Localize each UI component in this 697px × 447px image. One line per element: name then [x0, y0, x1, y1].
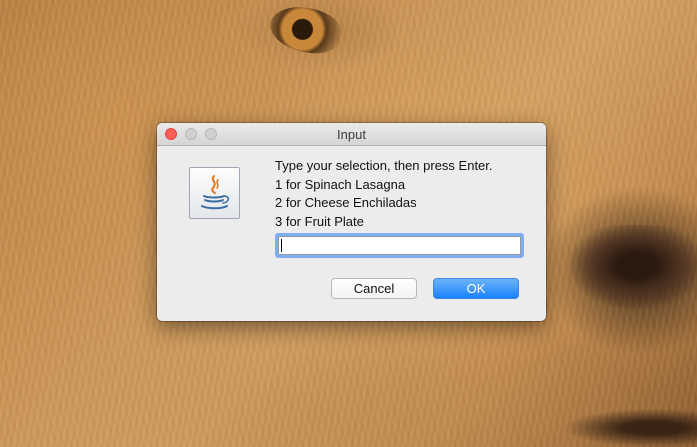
ok-button[interactable]: OK	[433, 278, 519, 299]
message-line: Type your selection, then press Enter.	[275, 158, 493, 173]
lion-nose	[560, 225, 697, 315]
desktop-wallpaper: Input Type your selection, then press En…	[0, 0, 697, 447]
dialog-titlebar[interactable]: Input	[157, 123, 546, 146]
text-caret	[281, 239, 282, 252]
message-line: 1 for Spinach Lasagna	[275, 176, 406, 192]
selection-input[interactable]	[278, 236, 521, 255]
dialog-title: Input	[337, 127, 366, 142]
java-icon	[189, 167, 240, 219]
lion-mouth	[430, 380, 697, 447]
input-dialog: Input Type your selection, then press En…	[157, 123, 546, 321]
dialog-message: Type your selection, then press Enter. 1…	[275, 157, 493, 231]
message-line: 2 for Cheese Enchiladas	[275, 195, 417, 210]
cancel-button[interactable]: Cancel	[331, 278, 417, 299]
message-line: 3 for Fruit Plate	[275, 213, 364, 229]
